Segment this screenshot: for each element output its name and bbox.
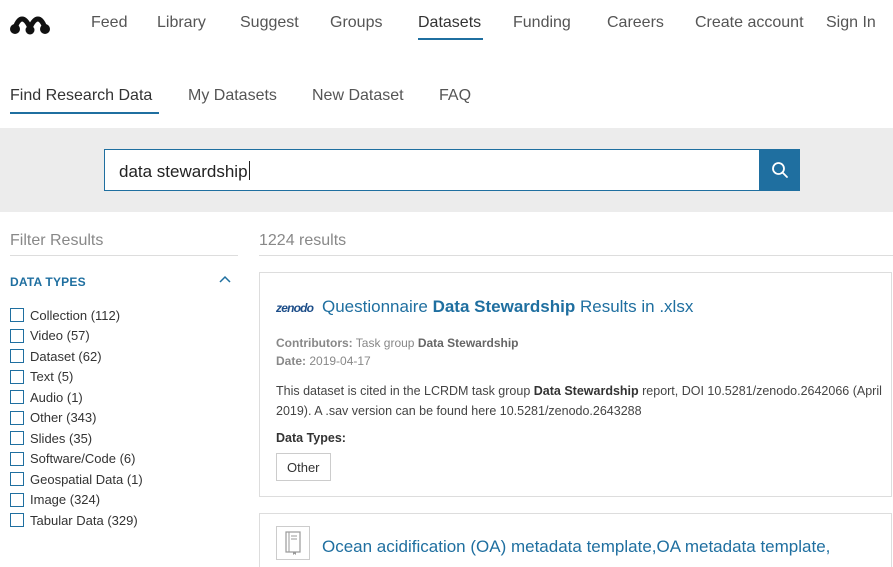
filter-dataset[interactable]: Dataset (62) <box>10 346 143 367</box>
nav-careers[interactable]: Careers <box>607 14 664 32</box>
filter-other[interactable]: Other (343) <box>10 408 143 429</box>
chevron-up-icon[interactable] <box>219 274 231 284</box>
checkbox[interactable] <box>10 410 24 425</box>
nav-funding[interactable]: Funding <box>513 14 571 32</box>
nav-feed[interactable]: Feed <box>91 14 127 32</box>
result-title-link[interactable]: Ocean acidification (OA) metadata templa… <box>322 537 830 557</box>
checkbox[interactable] <box>10 431 24 446</box>
checkbox[interactable] <box>10 390 24 405</box>
nav-datasets[interactable]: Datasets <box>418 14 481 32</box>
data-types-label: Data Types: <box>276 431 346 445</box>
filter-results-title: Filter Results <box>10 232 104 249</box>
tab-faq[interactable]: FAQ <box>439 87 471 105</box>
tab-new-dataset[interactable]: New Dataset <box>312 87 404 105</box>
checkbox[interactable] <box>10 369 24 384</box>
filter-audio[interactable]: Audio (1) <box>10 387 143 408</box>
nav-suggest[interactable]: Suggest <box>240 14 299 32</box>
checkbox[interactable] <box>10 513 24 528</box>
checkbox[interactable] <box>10 349 24 364</box>
contributors-label: Contributors: <box>276 336 353 350</box>
divider <box>10 255 238 256</box>
title-text: Results in .xlsx <box>575 297 694 316</box>
results-count: 1224 results <box>259 232 347 249</box>
filter-geospatial-data[interactable]: Geospatial Data (1) <box>10 469 143 490</box>
date: Date: 2019-04-17 <box>276 354 371 368</box>
checkbox[interactable] <box>10 308 24 323</box>
book-icon <box>276 526 310 560</box>
filter-video[interactable]: Video (57) <box>10 326 143 347</box>
contributors-text: Task group <box>352 336 418 350</box>
filter-software-code[interactable]: Software/Code (6) <box>10 449 143 470</box>
desc-highlight: Data Stewardship <box>533 384 639 398</box>
filter-label: Dataset (62) <box>30 348 102 364</box>
title-highlight: Data Stewardship <box>432 297 576 316</box>
filter-collection[interactable]: Collection (112) <box>10 305 143 326</box>
active-tab-underline <box>10 112 159 114</box>
nav-groups[interactable]: Groups <box>330 14 382 32</box>
contributors: Contributors: Task group Data Stewardshi… <box>276 336 519 350</box>
divider <box>259 255 893 256</box>
result-card: Ocean acidification (OA) metadata templa… <box>259 513 892 567</box>
top-navigation: Feed Library Suggest Groups Datasets Fun… <box>0 0 893 50</box>
nav-create-account[interactable]: Create account <box>695 14 804 32</box>
data-types-filter-list: Collection (112) Video (57) Dataset (62)… <box>10 305 143 531</box>
checkbox[interactable] <box>10 492 24 507</box>
data-types-heading: DATA TYPES <box>10 275 86 289</box>
active-nav-underline <box>418 38 483 40</box>
tab-find-research-data[interactable]: Find Research Data <box>10 87 152 105</box>
contributors-highlight: Data Stewardship <box>417 336 519 350</box>
filter-label: Slides (35) <box>30 430 93 446</box>
filter-label: Image (324) <box>30 492 101 508</box>
filter-label: Other (343) <box>30 410 97 426</box>
nav-library[interactable]: Library <box>157 14 206 32</box>
text-caret <box>248 161 250 180</box>
search-button[interactable] <box>760 149 800 191</box>
filter-label: Video (57) <box>30 328 90 344</box>
filter-label: Text (5) <box>30 369 74 385</box>
date-value: 2019-04-17 <box>306 354 371 368</box>
filter-text[interactable]: Text (5) <box>10 367 143 388</box>
filter-label: Geospatial Data (1) <box>30 471 143 487</box>
search-input-value: data stewardship <box>119 162 248 181</box>
data-type-tag[interactable]: Other <box>276 453 331 481</box>
desc-text: This dataset is cited in the LCRDM task … <box>276 384 534 398</box>
result-card: zenodo Questionnaire Data Stewardship Re… <box>259 272 892 497</box>
tab-my-datasets[interactable]: My Datasets <box>188 87 277 105</box>
checkbox[interactable] <box>10 328 24 343</box>
mendeley-logo-icon[interactable] <box>10 14 50 36</box>
checkbox[interactable] <box>10 451 24 466</box>
title-text: Questionnaire <box>322 297 433 316</box>
filter-slides[interactable]: Slides (35) <box>10 428 143 449</box>
search-input[interactable]: data stewardship <box>104 149 760 191</box>
filter-label: Audio (1) <box>30 389 83 405</box>
date-label: Date: <box>276 354 307 368</box>
filter-image[interactable]: Image (324) <box>10 490 143 511</box>
result-title-link[interactable]: Questionnaire Data Stewardship Results i… <box>322 297 693 317</box>
filter-label: Collection (112) <box>30 307 121 323</box>
filter-label: Tabular Data (329) <box>30 512 138 528</box>
nav-sign-in[interactable]: Sign In <box>826 14 876 32</box>
filter-tabular-data[interactable]: Tabular Data (329) <box>10 510 143 531</box>
search-icon <box>772 162 788 178</box>
result-description: This dataset is cited in the LCRDM task … <box>276 381 886 421</box>
checkbox[interactable] <box>10 472 24 487</box>
zenodo-logo-icon: zenodo <box>276 301 314 315</box>
filter-label: Software/Code (6) <box>30 451 136 467</box>
